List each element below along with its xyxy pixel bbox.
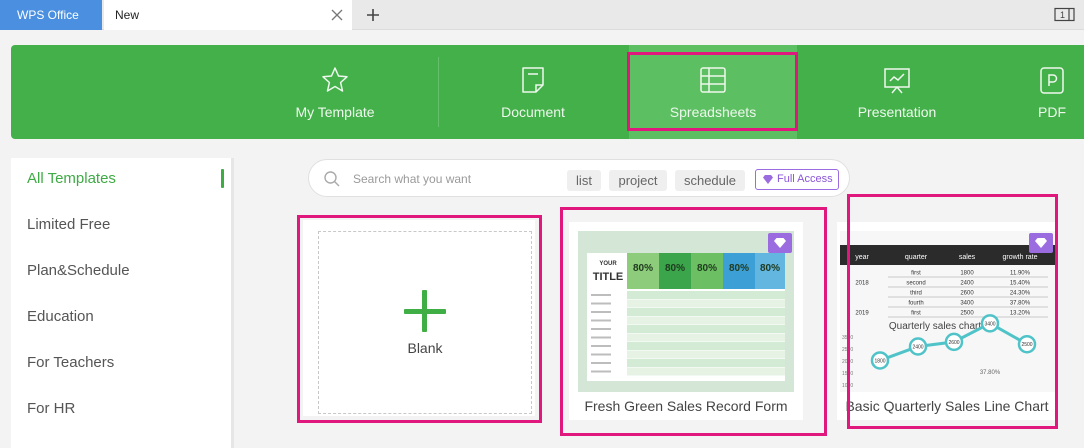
window-icon[interactable]: 1 <box>1054 7 1076 22</box>
close-icon[interactable] <box>330 8 344 22</box>
sidebar-divider <box>231 158 234 448</box>
diamond-icon <box>763 175 773 184</box>
tag-list[interactable]: list <box>567 170 601 191</box>
svg-text:1: 1 <box>1060 10 1065 20</box>
tag-project[interactable]: project <box>609 170 667 191</box>
tab-wps-office[interactable]: WPS Office <box>0 0 102 30</box>
category-label: Document <box>501 104 565 120</box>
search-bar: list project schedule Full Access <box>308 159 850 197</box>
sidebar-item-limited-free[interactable]: Limited Free <box>27 216 110 233</box>
tab-bar: WPS Office New 1 <box>0 0 1084 30</box>
sidebar-item-for-teachers[interactable]: For Teachers <box>27 354 114 371</box>
full-access-label: Full Access <box>777 173 833 185</box>
sidebar-item-for-hr[interactable]: For HR <box>27 400 75 417</box>
category-label: Presentation <box>857 104 937 120</box>
sidebar-item-plan-schedule[interactable]: Plan&Schedule <box>27 262 130 279</box>
search-input[interactable] <box>353 169 553 189</box>
category-label: My Template <box>295 104 375 120</box>
search-icon[interactable] <box>323 170 341 188</box>
pdf-icon <box>1040 67 1064 94</box>
active-indicator <box>221 169 224 188</box>
document-icon <box>522 67 544 93</box>
plus-icon[interactable] <box>364 5 382 25</box>
category-document[interactable]: Document <box>463 45 603 139</box>
tab-new[interactable]: New <box>104 0 352 30</box>
star-icon <box>322 67 348 92</box>
sidebar-item-all-templates[interactable]: All Templates <box>27 170 116 187</box>
category-my-template[interactable]: My Template <box>265 45 405 139</box>
presentation-icon <box>884 68 910 94</box>
full-access-button[interactable]: Full Access <box>755 169 839 190</box>
sidebar: All Templates Limited Free Plan&Schedule… <box>11 158 231 448</box>
highlight-box <box>627 52 798 131</box>
tab-new-label: New <box>115 8 140 22</box>
tag-schedule[interactable]: schedule <box>675 170 745 191</box>
sidebar-item-education[interactable]: Education <box>27 308 94 325</box>
highlight-box <box>297 215 542 423</box>
ribbon-divider <box>438 57 439 127</box>
category-pdf[interactable]: PDF <box>1021 45 1083 139</box>
category-ribbon: My Template Document Spreadsheets Presen… <box>11 45 1084 139</box>
category-presentation[interactable]: Presentation <box>827 45 967 139</box>
highlight-box <box>560 207 827 436</box>
category-label: PDF <box>1038 104 1066 120</box>
highlight-box <box>847 194 1058 429</box>
